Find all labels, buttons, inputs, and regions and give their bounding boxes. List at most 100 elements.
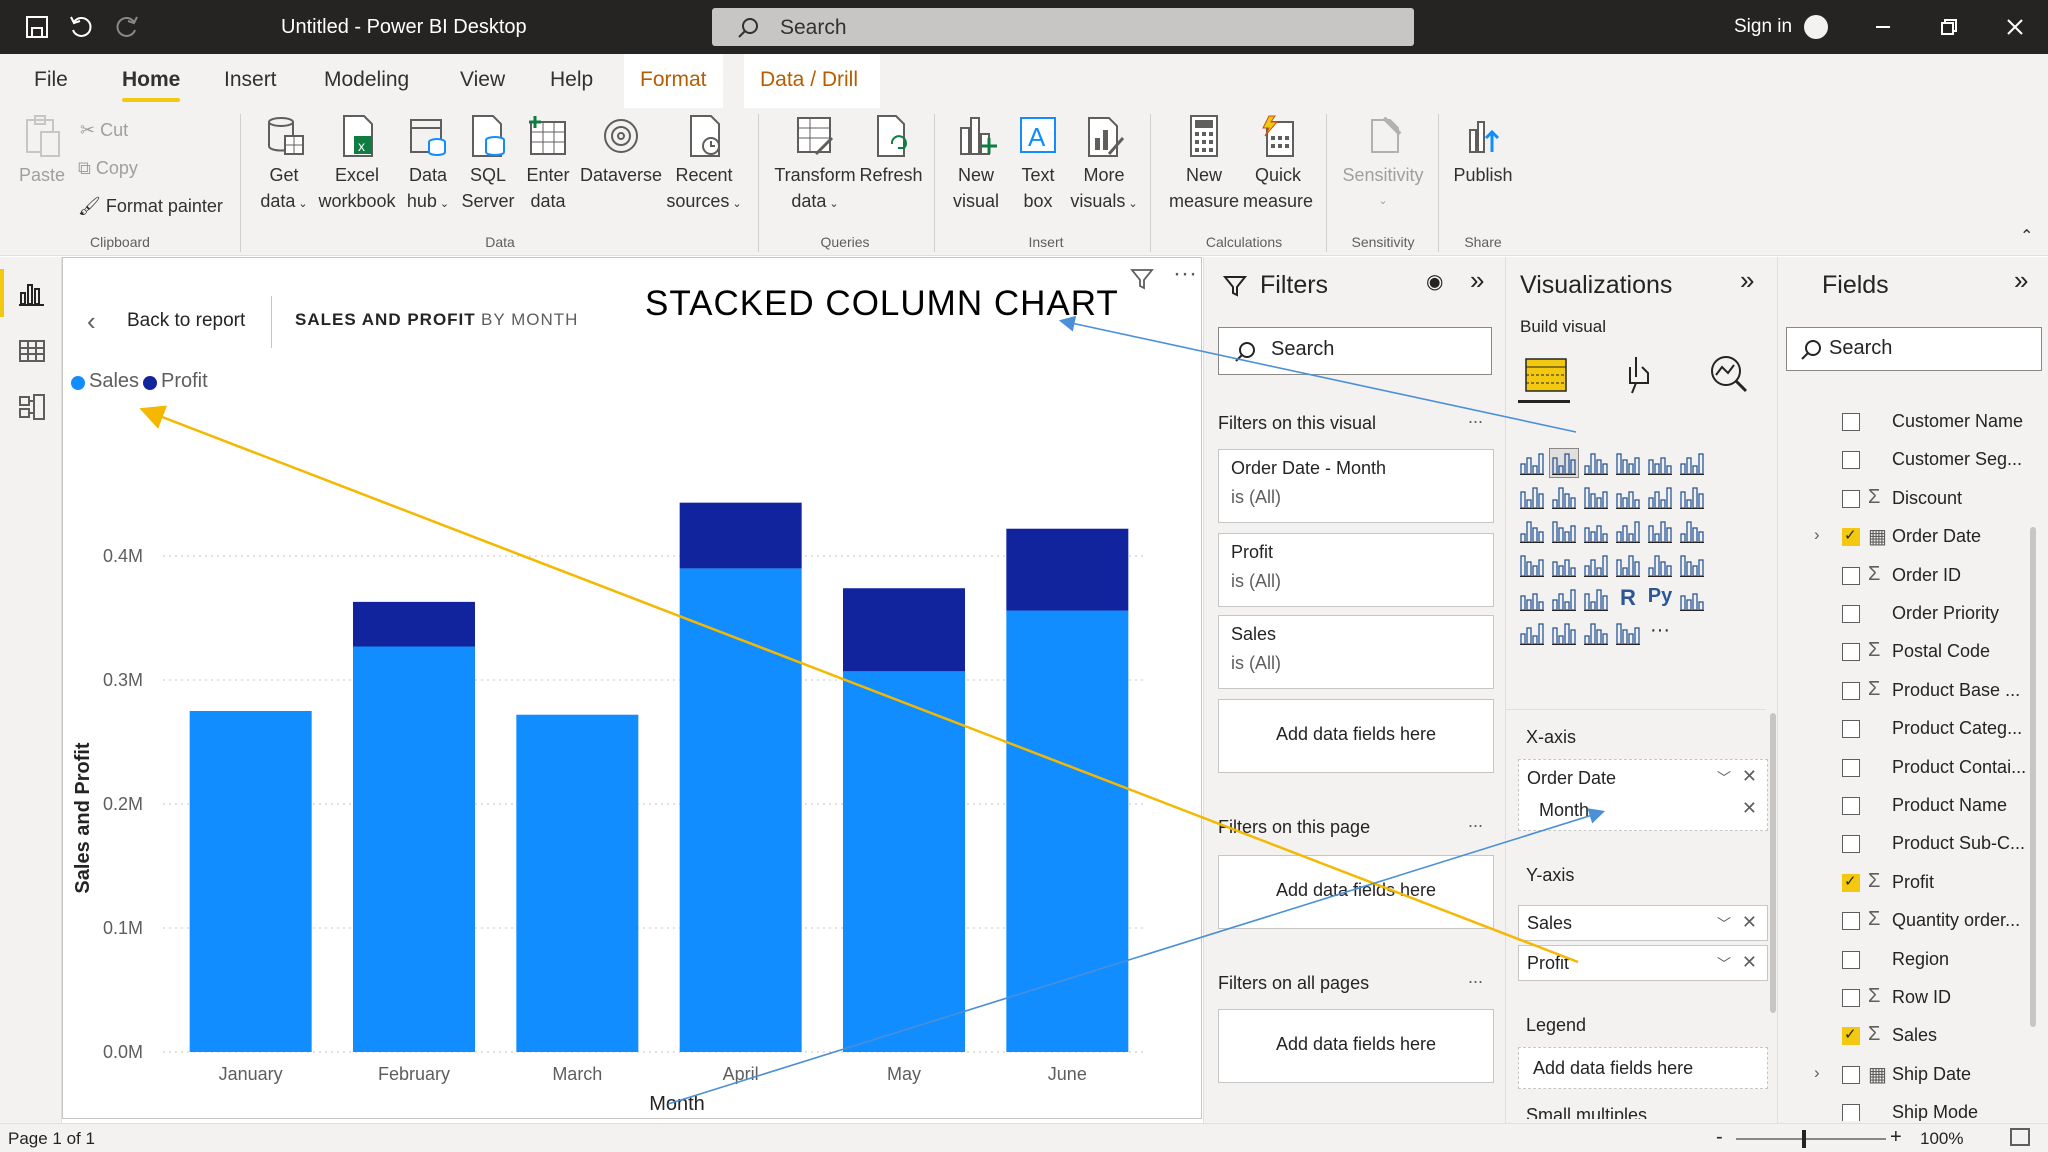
field-checkbox[interactable] xyxy=(1842,989,1860,1007)
multi-row-card-icon[interactable] xyxy=(1646,551,1674,579)
more-options-icon[interactable]: ... xyxy=(1468,407,1483,428)
restore-icon[interactable] xyxy=(1936,14,1962,40)
tab-home[interactable]: Home xyxy=(122,68,180,92)
bar-profit-may[interactable] xyxy=(843,588,965,672)
filters-search-input[interactable]: Search xyxy=(1218,327,1492,375)
clustered-bar-icon[interactable] xyxy=(1582,449,1610,477)
bar-profit-june[interactable] xyxy=(1006,528,1129,611)
stacked-column-icon[interactable] xyxy=(1549,448,1579,478)
format-visual-icon[interactable] xyxy=(1614,349,1666,401)
data-hub-button[interactable]: Data hub ⌄ xyxy=(398,114,458,217)
field-checkbox[interactable] xyxy=(1842,1065,1860,1084)
field-item[interactable]: Σ Profit xyxy=(1778,868,2048,898)
undo-icon[interactable] xyxy=(68,14,94,40)
excel-workbook-button[interactable]: x Excel workbook xyxy=(314,114,400,214)
enter-data-button[interactable]: Enter data xyxy=(518,114,578,214)
field-checkbox[interactable] xyxy=(1842,566,1860,585)
transform-data-button[interactable]: Transform data ⌄ xyxy=(770,114,860,217)
x-axis-well[interactable]: Order Date ﹀ ✕ Month ✕ xyxy=(1518,759,1768,831)
line-icon[interactable] xyxy=(1518,483,1546,511)
eye-icon[interactable]: ◉ xyxy=(1426,269,1443,294)
card-icon[interactable] xyxy=(1614,551,1642,579)
report-view-icon[interactable] xyxy=(18,279,46,307)
zoom-slider-thumb[interactable] xyxy=(1802,1130,1806,1148)
sensitivity-button[interactable]: Sensitivity ⌄ xyxy=(1338,114,1428,214)
filter-card-order-date[interactable]: Order Date - Month is (All) xyxy=(1218,449,1494,523)
collapse-ribbon-icon[interactable]: ⌃ xyxy=(2020,226,2033,246)
refresh-button[interactable]: Refresh xyxy=(856,114,926,188)
field-checkbox[interactable] xyxy=(1842,681,1860,700)
add-visual-filter-dropzone[interactable]: Add data fields here xyxy=(1218,699,1494,773)
treemap-icon[interactable] xyxy=(1678,517,1706,545)
legend-well[interactable]: Add data fields here xyxy=(1518,1047,1768,1089)
remove-field-icon[interactable]: ✕ xyxy=(1742,798,1757,819)
field-checkbox[interactable] xyxy=(1842,950,1860,969)
table-view-icon[interactable] xyxy=(18,337,46,365)
map-icon[interactable] xyxy=(1518,551,1546,579)
zoom-slider-track[interactable] xyxy=(1736,1138,1886,1140)
field-item[interactable]: Σ Postal Code xyxy=(1778,637,2048,667)
field-checkbox[interactable] xyxy=(1842,835,1860,854)
tab-insert[interactable]: Insert xyxy=(224,68,277,92)
chevron-down-icon[interactable]: ﹀ xyxy=(1717,768,1731,788)
field-item[interactable]: Product Sub-C... xyxy=(1778,829,2048,859)
bar-profit-february[interactable] xyxy=(353,601,475,647)
bar-sales-march[interactable] xyxy=(516,714,639,1052)
key-influencers-icon[interactable] xyxy=(1678,585,1706,613)
field-checkbox[interactable] xyxy=(1842,1104,1860,1121)
format-painter-button[interactable]: 🖌 Format painter xyxy=(78,196,223,217)
new-visual-button[interactable]: New visual xyxy=(946,114,1006,214)
tab-view[interactable]: View xyxy=(460,68,505,92)
field-item[interactable]: › ▦ Ship Date xyxy=(1778,1060,2048,1090)
python-visual-icon[interactable]: Py xyxy=(1646,585,1674,613)
field-item[interactable]: Order Priority xyxy=(1778,599,2048,629)
table-icon[interactable] xyxy=(1550,585,1578,613)
viz-scrollbar[interactable] xyxy=(1770,713,1776,1013)
tab-modeling[interactable]: Modeling xyxy=(324,68,409,92)
ribbon-icon[interactable] xyxy=(1678,483,1706,511)
field-checkbox[interactable] xyxy=(1842,912,1860,931)
minimize-icon[interactable] xyxy=(1870,14,1896,40)
field-checkbox[interactable] xyxy=(1842,451,1860,470)
matrix-icon[interactable] xyxy=(1582,585,1610,613)
tab-help[interactable]: Help xyxy=(550,68,593,92)
chevron-down-icon[interactable]: ﹀ xyxy=(1717,954,1731,974)
tab-file[interactable]: File xyxy=(34,68,68,92)
fields-scrollbar[interactable] xyxy=(2030,527,2036,1027)
new-measure-button[interactable]: New measure xyxy=(1164,114,1244,214)
get-data-button[interactable]: Get data ⌄ xyxy=(252,114,316,217)
field-item[interactable]: Region xyxy=(1778,945,2048,975)
remove-field-icon[interactable]: ✕ xyxy=(1742,912,1757,933)
gauge-icon[interactable] xyxy=(1582,551,1610,579)
collapse-filters-icon[interactable]: » xyxy=(1470,265,1484,296)
close-icon[interactable] xyxy=(2002,14,2028,40)
remove-field-icon[interactable]: ✕ xyxy=(1742,766,1757,787)
bar-sales-january[interactable] xyxy=(189,711,312,1052)
field-item[interactable]: Ship Mode xyxy=(1778,1098,2048,1121)
field-checkbox[interactable] xyxy=(1842,605,1860,623)
100-stacked-column-icon[interactable] xyxy=(1678,449,1706,477)
more-options-icon[interactable]: ... xyxy=(1468,967,1483,988)
collapse-viz-icon[interactable]: » xyxy=(1740,265,1754,296)
paginated-report-icon[interactable] xyxy=(1582,619,1610,647)
redo-icon[interactable] xyxy=(114,14,140,40)
field-item[interactable]: Product Contai... xyxy=(1778,753,2048,783)
donut-icon[interactable] xyxy=(1646,517,1674,545)
tab-format[interactable]: Format xyxy=(624,54,723,108)
publish-button[interactable]: Publish xyxy=(1448,114,1518,188)
chevron-down-icon[interactable]: ﹀ xyxy=(1717,914,1731,934)
avatar[interactable] xyxy=(1804,15,1828,39)
filter-card-profit[interactable]: Profit is (All) xyxy=(1218,533,1494,607)
build-visual-icon[interactable] xyxy=(1520,349,1572,401)
fields-search-input[interactable]: Search xyxy=(1786,327,2042,371)
pie-icon[interactable] xyxy=(1614,517,1642,545)
cut-button[interactable]: ✂ Cut xyxy=(80,120,128,141)
field-checkbox[interactable] xyxy=(1842,489,1860,508)
field-item[interactable]: Σ Order ID xyxy=(1778,561,2048,591)
100-stacked-bar-icon[interactable] xyxy=(1646,449,1674,477)
expand-chevron-icon[interactable]: › xyxy=(1814,525,1820,545)
line-clustered-column-icon[interactable] xyxy=(1646,483,1674,511)
field-checkbox[interactable] xyxy=(1842,526,1860,547)
power-apps-icon[interactable] xyxy=(1614,619,1642,647)
stacked-area-icon[interactable] xyxy=(1582,483,1610,511)
